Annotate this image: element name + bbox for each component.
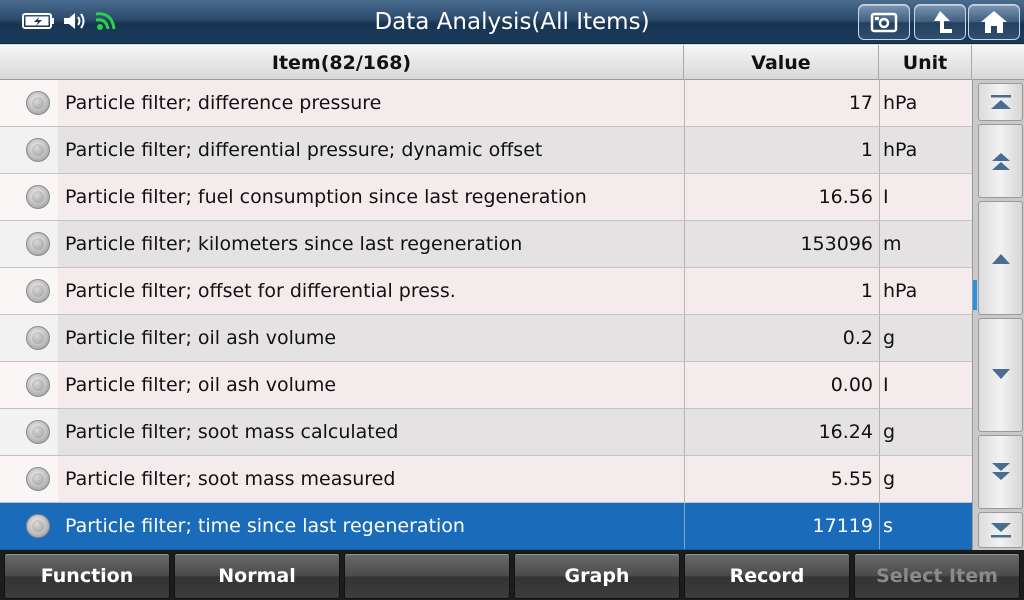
item-name: Particle filter; time since last regener… (65, 515, 465, 537)
item-name: Particle filter; soot mass calculated (65, 421, 399, 443)
row-radio-icon[interactable] (26, 326, 50, 350)
item-value: 5.55 (684, 456, 879, 502)
line-up-icon (991, 254, 1010, 264)
empty-button[interactable] (344, 553, 510, 599)
item-unit: g (879, 456, 972, 502)
item-value: 0.2 (684, 315, 879, 361)
back-button[interactable] (914, 4, 966, 40)
line-down-icon (991, 369, 1010, 379)
item-value: 17119 (684, 503, 879, 549)
item-name: Particle filter; differential pressure; … (65, 139, 543, 161)
item-name: Particle filter; fuel consumption since … (65, 186, 587, 208)
header-item: Item(82/168) (0, 45, 684, 80)
function-button[interactable]: Function (4, 553, 170, 599)
battery-charging-icon (22, 13, 54, 29)
home-icon (981, 11, 1007, 33)
item-unit: I (879, 362, 972, 408)
header-value: Value (684, 45, 879, 80)
scroll-position-indicator (973, 280, 977, 310)
table-row[interactable]: Particle filter; soot mass calculated 16.… (0, 409, 972, 456)
row-radio-icon[interactable] (26, 91, 50, 115)
table-row[interactable]: Particle filter; fuel consumption since … (0, 174, 972, 221)
header-unit: Unit (879, 45, 972, 80)
table-header: Item(82/168) Value Unit (0, 45, 1024, 80)
item-name: Particle filter; difference pressure (65, 92, 382, 114)
table-row[interactable]: Particle filter; soot mass measured 5.55 g (0, 456, 972, 503)
back-arrow-icon (934, 11, 952, 33)
item-name: Particle filter; soot mass measured (65, 468, 396, 490)
item-name: Particle filter; oil ash volume (65, 374, 337, 396)
status-icons (22, 8, 120, 34)
page-down-icon (991, 463, 1010, 480)
data-table: Particle filter; difference pressure 17 hP… (0, 80, 972, 550)
table-row[interactable]: Particle filter; time since last regener… (0, 503, 972, 550)
item-unit: hPa (879, 80, 972, 126)
item-unit: m (879, 221, 972, 267)
row-radio-icon[interactable] (26, 420, 50, 444)
item-value: 153096 (684, 221, 879, 267)
row-radio-icon[interactable] (26, 138, 50, 162)
item-unit: hPa (879, 127, 972, 173)
item-unit: I (879, 174, 972, 220)
table-row[interactable]: Particle filter; offset for differential… (0, 268, 972, 315)
wifi-icon (95, 12, 116, 30)
line-up-button[interactable] (978, 201, 1023, 315)
row-radio-icon[interactable] (26, 514, 50, 538)
normal-button[interactable]: Normal (174, 553, 340, 599)
item-name: Particle filter; oil ash volume (65, 327, 337, 349)
header-scroll-spacer (972, 45, 1024, 80)
item-value: 0.00 (684, 362, 879, 408)
item-value: 16.56 (684, 174, 879, 220)
item-unit: hPa (879, 268, 972, 314)
table-row[interactable]: Particle filter; difference pressure 17 hP… (0, 80, 972, 127)
item-name: Particle filter; offset for differential… (65, 280, 456, 302)
item-unit: g (879, 409, 972, 455)
item-name: Particle filter; kilometers since last r… (65, 233, 523, 255)
scroll-bottom-icon (990, 523, 1011, 538)
table-row[interactable]: Particle filter; differential pressure; … (0, 127, 972, 174)
screenshot-icon (870, 12, 898, 33)
row-radio-icon[interactable] (26, 232, 50, 256)
home-button[interactable] (968, 4, 1020, 40)
table-row[interactable]: Particle filter; oil ash volume 0.00 I (0, 362, 972, 409)
scroll-top-icon (990, 95, 1011, 109)
record-button[interactable]: Record (684, 553, 850, 599)
scroll-top-button[interactable] (978, 83, 1023, 121)
select-item-button: Select Item (854, 553, 1020, 599)
row-radio-icon[interactable] (26, 185, 50, 209)
table-row[interactable]: Particle filter; oil ash volume 0.2 g (0, 315, 972, 362)
page-up-button[interactable] (978, 124, 1023, 198)
line-down-button[interactable] (978, 318, 1023, 432)
item-unit: g (879, 315, 972, 361)
item-value: 16.24 (684, 409, 879, 455)
bottom-toolbar: Function Normal Graph Record Select Item (0, 550, 1024, 600)
item-value: 1 (684, 127, 879, 173)
page-down-button[interactable] (978, 435, 1023, 509)
scroll-column (972, 80, 1024, 550)
page-up-icon (991, 153, 1010, 170)
item-unit: s (879, 503, 972, 549)
item-value: 1 (684, 268, 879, 314)
graph-button[interactable]: Graph (514, 553, 680, 599)
scroll-bottom-button[interactable] (978, 512, 1023, 548)
row-radio-icon[interactable] (26, 467, 50, 491)
title-bar: Data Analysis(All Items) (0, 0, 1024, 44)
speaker-icon (64, 13, 85, 29)
row-radio-icon[interactable] (26, 279, 50, 303)
item-value: 17 (684, 80, 879, 126)
table-row[interactable]: Particle filter; kilometers since last r… (0, 221, 972, 268)
row-radio-icon[interactable] (26, 373, 50, 397)
screenshot-button[interactable] (858, 4, 910, 40)
